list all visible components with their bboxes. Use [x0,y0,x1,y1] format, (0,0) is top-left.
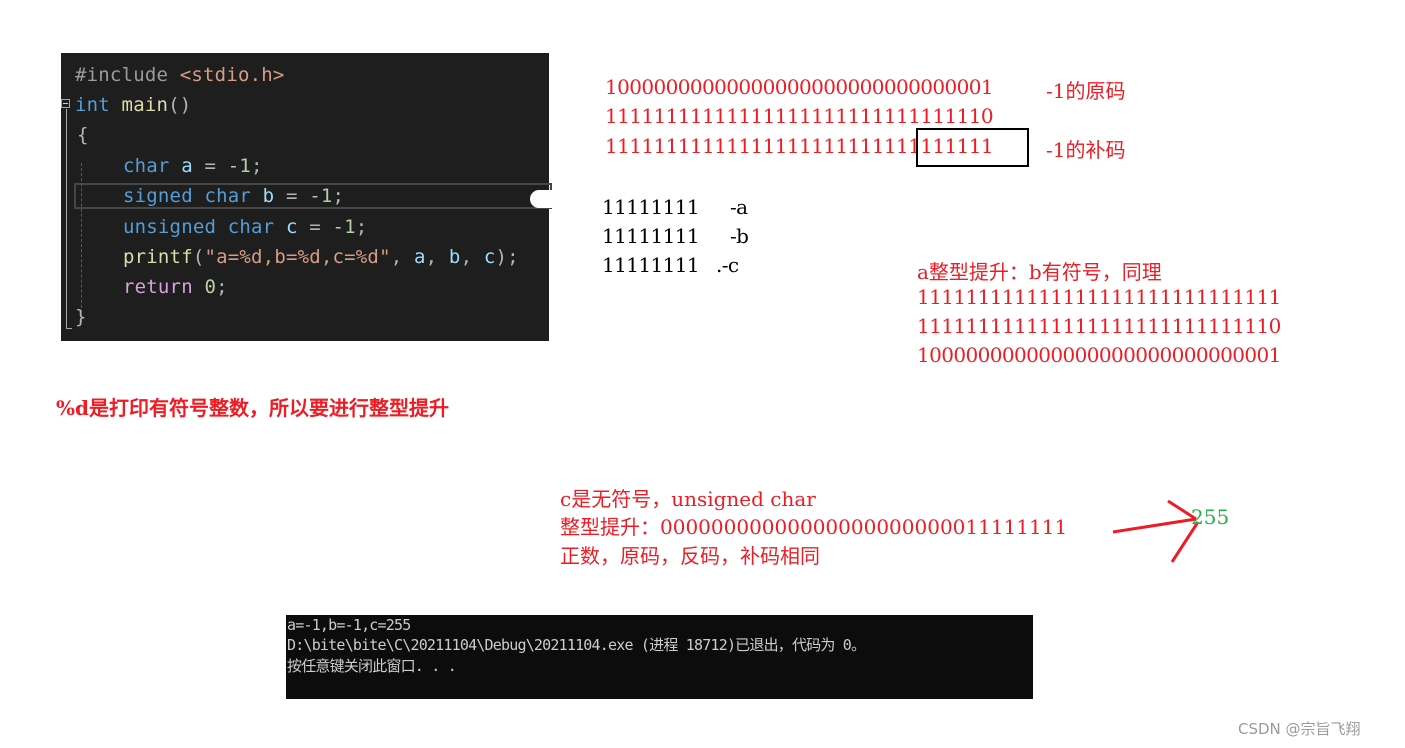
console-prompt-line: 按任意键关闭此窗口. . . [287,657,457,675]
arrow-shaft [1112,517,1197,534]
console-exit-line: D:\bite\bite\C\20211104\Debug\20211104.e… [287,636,866,654]
console-window[interactable]: a=-1,b=-1,c=255 D:\bite\bite\C\20211104\… [286,615,1033,699]
console-output-line: a=-1,b=-1,c=255 [287,616,411,634]
result-value: 255 [1191,505,1230,529]
watermark: CSDN @宗旨飞翔 [1238,720,1361,738]
